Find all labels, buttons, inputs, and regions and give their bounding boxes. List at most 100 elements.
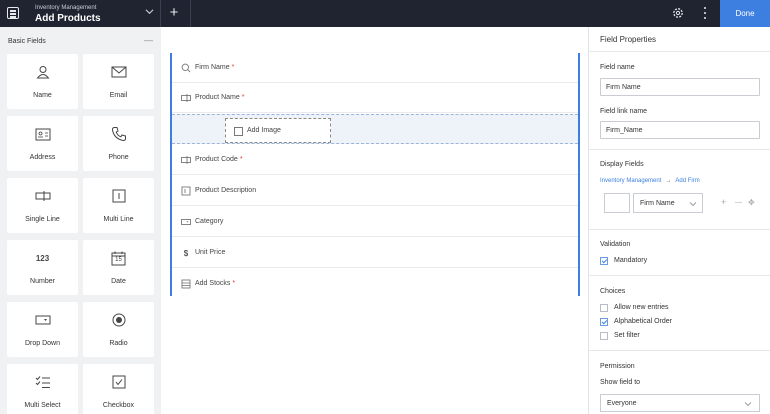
image-icon <box>234 127 243 136</box>
mandatory-label: Mandatory <box>614 257 648 264</box>
display-field-prefix-input[interactable] <box>604 193 630 213</box>
subform-icon <box>181 279 191 289</box>
palette-item-radio[interactable]: Radio <box>83 302 154 357</box>
field-label: Unit Price <box>195 249 226 256</box>
envelope-icon <box>111 66 126 78</box>
palette-item-email[interactable]: Email <box>83 54 154 109</box>
field-name-label: Field name <box>600 64 635 71</box>
form-field-product-description[interactable]: Product Description <box>172 176 578 206</box>
palette-item-label: Address <box>29 154 56 161</box>
alphabetical-order-checkbox[interactable] <box>600 318 608 326</box>
allow-new-entries-label: Allow new entries <box>614 304 669 311</box>
plus-icon[interactable]: + <box>168 4 180 22</box>
palette-item-label: Multi Select <box>24 402 61 409</box>
field-properties-panel: Field Properties Field name Field link n… <box>588 27 770 414</box>
palette-item-label: Radio <box>109 340 128 347</box>
calendar-day: 15 <box>115 257 122 263</box>
multi-line-icon <box>181 186 191 196</box>
field-palette: Basic Fields — Name Email Address Phone … <box>0 27 161 414</box>
multi-select-icon <box>35 376 50 388</box>
palette-item-label: Email <box>109 92 128 99</box>
palette-item-phone[interactable]: Phone <box>83 116 154 171</box>
palette-item-name[interactable]: Name <box>7 54 78 109</box>
show-field-to-label: Show field to <box>600 379 641 386</box>
form-field-add-stocks[interactable]: Add Stocks * <box>172 269 578 299</box>
field-name-input[interactable] <box>600 78 760 96</box>
chevron-down-icon <box>744 402 752 407</box>
field-link-label: Field link name <box>600 108 648 115</box>
panel-title: Field Properties <box>600 35 657 44</box>
chevron-down-icon <box>689 202 697 207</box>
display-field-select[interactable]: Firm Name <box>633 193 703 213</box>
dragged-field-label: Add Image <box>247 127 281 134</box>
divider <box>160 0 161 27</box>
remove-icon[interactable]: — <box>735 198 742 207</box>
dollar-icon: $ <box>183 248 189 258</box>
field-label: Product Name * <box>195 94 245 101</box>
multi-line-icon <box>112 189 125 203</box>
select-value: Firm Name <box>640 200 675 207</box>
lookup-source-link[interactable]: Inventory Management → Add Firm <box>600 178 700 184</box>
radio-icon <box>112 313 125 327</box>
dropdown-icon <box>35 315 50 325</box>
alphabetical-order-label: Alphabetical Order <box>614 318 672 325</box>
app-name: Inventory Management <box>35 5 97 11</box>
palette-item-single-line[interactable]: Single Line <box>7 178 78 233</box>
palette-item-multi-select[interactable]: Multi Select <box>7 364 78 414</box>
collapse-icon[interactable]: — <box>144 35 153 45</box>
field-label: Product Description <box>195 187 257 194</box>
field-label: Product Code * <box>195 156 243 163</box>
set-filter-checkbox[interactable] <box>600 332 608 340</box>
form-field-unit-price[interactable]: $ Unit Price <box>172 238 578 268</box>
form-title[interactable]: Add Products <box>35 13 101 24</box>
kebab-icon[interactable] <box>700 5 710 21</box>
divider <box>589 229 770 230</box>
select-value: Everyone <box>607 400 637 407</box>
palette-item-address[interactable]: Address <box>7 116 78 171</box>
section-label: Basic Fields <box>8 38 46 45</box>
search-icon <box>181 63 191 73</box>
chevron-down-icon[interactable] <box>145 7 154 16</box>
dropdown-icon <box>181 219 191 225</box>
divider <box>589 149 770 150</box>
form-field-firm-name[interactable]: Firm Name * <box>172 53 578 83</box>
add-icon[interactable]: + <box>721 198 726 207</box>
show-field-to-select[interactable]: Everyone <box>600 394 760 412</box>
gear-icon[interactable] <box>671 6 685 20</box>
person-icon <box>35 66 50 79</box>
field-label: Category <box>195 218 224 225</box>
palette-item-multi-line[interactable]: Multi Line <box>83 178 154 233</box>
field-link-input[interactable] <box>600 121 760 139</box>
display-fields-label: Display Fields <box>600 161 644 168</box>
allow-new-entries-checkbox[interactable] <box>600 304 608 312</box>
done-button[interactable]: Done <box>720 0 770 27</box>
drop-zone[interactable]: Add Image <box>172 114 578 144</box>
single-line-icon <box>181 94 191 102</box>
palette-item-checkbox[interactable]: Checkbox <box>83 364 154 414</box>
set-filter-label: Set filter <box>614 332 640 339</box>
mandatory-checkbox[interactable] <box>600 257 608 265</box>
palette-item-label: Single Line <box>25 216 60 223</box>
single-line-icon <box>35 191 50 201</box>
phone-icon <box>111 127 126 142</box>
address-card-icon <box>35 128 50 140</box>
palette-item-label: Date <box>111 278 126 285</box>
permission-label: Permission <box>600 363 635 370</box>
dragged-field-add-image[interactable]: Add Image <box>225 118 331 143</box>
palette-item-number[interactable]: 123 Number <box>7 240 78 295</box>
palette-item-label: Phone <box>108 154 129 161</box>
form-field-product-name[interactable]: Product Name * <box>172 83 578 113</box>
form-icon[interactable] <box>7 7 19 19</box>
palette-item-label: Checkbox <box>102 402 135 409</box>
form-field-product-code[interactable]: Product Code * <box>172 145 578 175</box>
palette-item-drop-down[interactable]: Drop Down <box>7 302 78 357</box>
single-line-icon <box>181 156 191 164</box>
checkbox-icon <box>112 375 125 389</box>
palette-item-label: Drop Down <box>24 340 60 347</box>
palette-item-date[interactable]: 15 Date <box>83 240 154 295</box>
field-label: Firm Name * <box>195 64 235 71</box>
form-field-category[interactable]: Category <box>172 207 578 237</box>
move-icon[interactable]: ✥ <box>748 198 755 207</box>
divider <box>589 350 770 351</box>
divider <box>589 51 770 52</box>
